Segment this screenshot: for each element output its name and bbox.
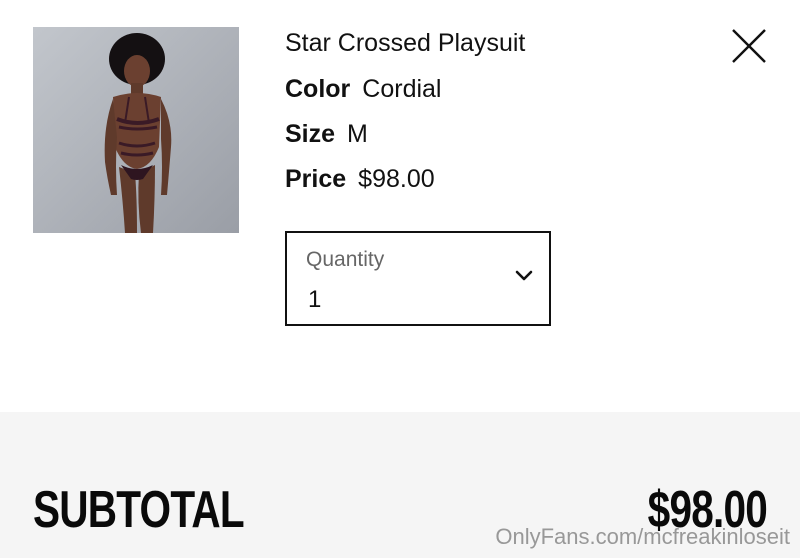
chevron-down-icon <box>515 270 533 282</box>
product-name: Star Crossed Playsuit <box>285 29 526 57</box>
price-row: Price $98.00 <box>285 164 435 194</box>
subtotal-label: SUBTOTAL <box>33 481 245 539</box>
product-image <box>33 27 239 233</box>
watermark: OnlyFans.com/mcfreakinloseit <box>495 524 790 549</box>
close-button[interactable] <box>729 26 769 66</box>
quantity-select[interactable]: Quantity 1 <box>285 231 551 326</box>
close-icon <box>732 29 766 63</box>
size-label: Size <box>285 120 336 148</box>
quantity-label: Quantity <box>306 248 385 271</box>
price-value: $98.00 <box>358 165 435 193</box>
quantity-value: 1 <box>308 286 322 313</box>
price-label: Price <box>285 165 347 193</box>
size-row: Size M <box>285 119 368 149</box>
color-label: Color <box>285 75 351 103</box>
color-value: Cordial <box>362 75 442 103</box>
color-row: Color Cordial <box>285 74 441 104</box>
size-value: M <box>347 120 368 148</box>
